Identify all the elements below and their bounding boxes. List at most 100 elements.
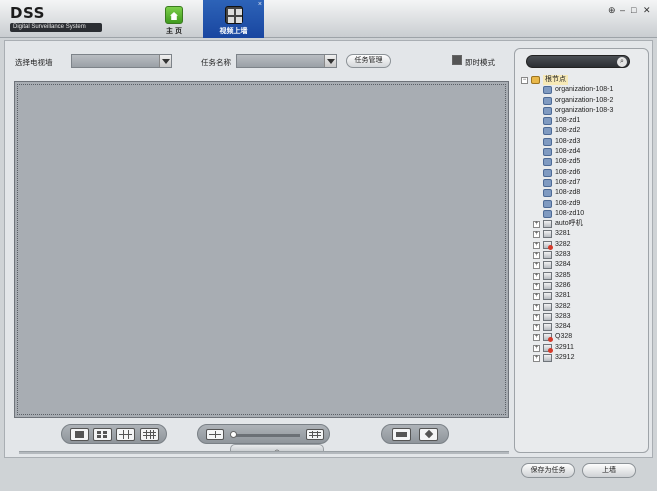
tab-video-wall[interactable]: 视频上墙 × xyxy=(203,0,264,38)
tree-node[interactable]: 108-zd8 xyxy=(521,188,647,198)
app-logo-subtitle: Digital Surveillance System xyxy=(10,23,102,32)
expand-icon[interactable]: + xyxy=(533,313,540,321)
expand-icon[interactable]: + xyxy=(533,324,540,332)
tree-node[interactable]: +3285 xyxy=(521,271,647,281)
tree-node[interactable]: 108-zd9 xyxy=(521,199,647,209)
device-icon xyxy=(543,251,552,260)
device-icon xyxy=(543,281,552,290)
zoom-slider-handle[interactable] xyxy=(230,431,237,438)
task-name-label: 任务名称 xyxy=(201,58,231,67)
expand-icon[interactable]: + xyxy=(533,293,540,301)
device-icon xyxy=(543,261,552,270)
tree-node[interactable]: +3283 xyxy=(521,312,647,322)
tree-node-label: 3281 xyxy=(555,292,571,300)
organization-icon xyxy=(543,168,552,177)
tab-home[interactable]: 主 页 xyxy=(155,0,193,38)
tree-node[interactable]: 108-zd5 xyxy=(521,157,647,167)
tree-node[interactable]: +3284 xyxy=(521,260,647,270)
expand-icon[interactable]: + xyxy=(533,262,540,270)
zoom-out-grid-icon[interactable] xyxy=(206,429,224,440)
tree-node[interactable]: organization-108-3 xyxy=(521,106,647,116)
device-tree: − 根节点 organization-108-1 organization-108-2… xyxy=(521,75,647,363)
collapse-icon[interactable]: − xyxy=(521,77,528,84)
device-search-input[interactable]: ⌕ xyxy=(526,55,630,68)
layout-button-group xyxy=(61,424,167,444)
expand-icon[interactable]: + xyxy=(533,241,540,249)
minimize-icon[interactable]: – xyxy=(620,5,625,15)
tree-node-label: 3286 xyxy=(555,281,571,289)
tree-node-label: Q328 xyxy=(555,333,573,341)
tree-node[interactable]: 108-zd2 xyxy=(521,126,647,136)
video-wall-canvas[interactable] xyxy=(14,81,509,418)
save-as-task-button[interactable]: 保存为任务 xyxy=(521,463,575,478)
tab-close-icon[interactable]: × xyxy=(258,1,262,8)
expand-icon[interactable]: + xyxy=(533,344,540,352)
expand-icon[interactable]: + xyxy=(533,252,540,260)
device-tree-panel: ⌕ − 根节点 organization-108-1 organization-108… xyxy=(514,48,649,453)
organization-icon xyxy=(543,178,552,187)
title-bar: DSS Digital Surveillance System 主 页 视频上墙… xyxy=(0,0,657,38)
expand-icon[interactable]: + xyxy=(533,221,540,229)
tree-node-label: organization-108-1 xyxy=(555,86,614,94)
upload-to-wall-button[interactable]: 上墙 xyxy=(582,463,636,478)
tree-node[interactable]: + Q328 xyxy=(521,332,647,343)
tree-node-label: 108-zd8 xyxy=(555,189,581,197)
expand-icon[interactable]: + xyxy=(533,334,540,342)
tree-node[interactable]: 108-zd6 xyxy=(521,168,647,178)
tree-node[interactable]: +3282 xyxy=(521,302,647,312)
tree-node[interactable]: 108-zd10 xyxy=(521,209,647,219)
fullscreen-icon[interactable] xyxy=(392,428,411,441)
tree-node[interactable]: +3281 xyxy=(521,229,647,239)
tv-wall-select[interactable] xyxy=(71,54,172,68)
clear-wall-icon[interactable] xyxy=(419,428,438,441)
tree-node[interactable]: +32912 xyxy=(521,353,647,363)
tree-node[interactable]: +3286 xyxy=(521,281,647,291)
layout-3x3-icon[interactable] xyxy=(116,428,135,441)
task-name-select[interactable] xyxy=(236,54,337,68)
tree-node[interactable]: 108-zd3 xyxy=(521,137,647,147)
tree-node[interactable]: 108-zd4 xyxy=(521,147,647,157)
home-icon xyxy=(165,6,183,24)
instant-mode-checkbox[interactable] xyxy=(452,55,462,65)
expand-icon[interactable]: + xyxy=(533,303,540,311)
tree-node-label: 108-zd1 xyxy=(555,117,581,125)
layout-2x2-icon[interactable] xyxy=(93,428,112,441)
pin-icon[interactable]: ⊕ xyxy=(608,5,616,16)
tree-node[interactable]: organization-108-2 xyxy=(521,96,647,106)
tree-node-label: 108-zd5 xyxy=(555,158,581,166)
expand-icon[interactable]: + xyxy=(533,355,540,363)
tree-node[interactable]: +3283 xyxy=(521,250,647,260)
tree-root-node[interactable]: − 根节点 xyxy=(521,75,647,86)
tree-node-label: 32912 xyxy=(555,354,575,362)
tree-node[interactable]: +3284 xyxy=(521,322,647,332)
task-manage-button[interactable]: 任务管理 xyxy=(346,54,391,68)
device-icon xyxy=(543,292,552,301)
close-icon[interactable]: ✕ xyxy=(643,5,651,16)
video-wall-pane: 选择电视墙 任务名称 任务管理 即时模式 ︿ xyxy=(11,48,509,454)
zoom-in-grid-icon[interactable] xyxy=(306,429,324,440)
tree-node-label: 3284 xyxy=(555,323,571,331)
tree-node-label: 108-zd7 xyxy=(555,178,581,186)
organization-icon xyxy=(543,86,552,95)
zoom-slider-track[interactable] xyxy=(234,434,300,437)
tree-node-label: 108-zd6 xyxy=(555,168,581,176)
tree-node[interactable]: +3281 xyxy=(521,291,647,301)
layout-4x4-icon[interactable] xyxy=(140,428,159,441)
device-icon xyxy=(543,230,552,239)
tree-node[interactable]: 108-zd1 xyxy=(521,116,647,126)
expand-icon[interactable]: + xyxy=(533,282,540,290)
tree-node-label: 3282 xyxy=(555,302,571,310)
chevron-down-icon xyxy=(159,55,171,67)
tree-node[interactable]: + auto呼机 xyxy=(521,219,647,229)
tree-node[interactable]: organization-108-1 xyxy=(521,85,647,95)
tree-node[interactable]: +3282 xyxy=(521,240,647,250)
tree-node[interactable]: 108-zd7 xyxy=(521,178,647,188)
tree-node[interactable]: +32911 xyxy=(521,343,647,353)
expand-icon[interactable]: + xyxy=(533,272,540,280)
restore-icon[interactable]: □ xyxy=(631,5,636,15)
search-icon[interactable]: ⌕ xyxy=(617,57,627,67)
tree-node-label: 3283 xyxy=(555,312,571,320)
organization-icon xyxy=(543,127,552,136)
expand-icon[interactable]: + xyxy=(533,231,540,239)
layout-1x1-icon[interactable] xyxy=(70,428,89,441)
